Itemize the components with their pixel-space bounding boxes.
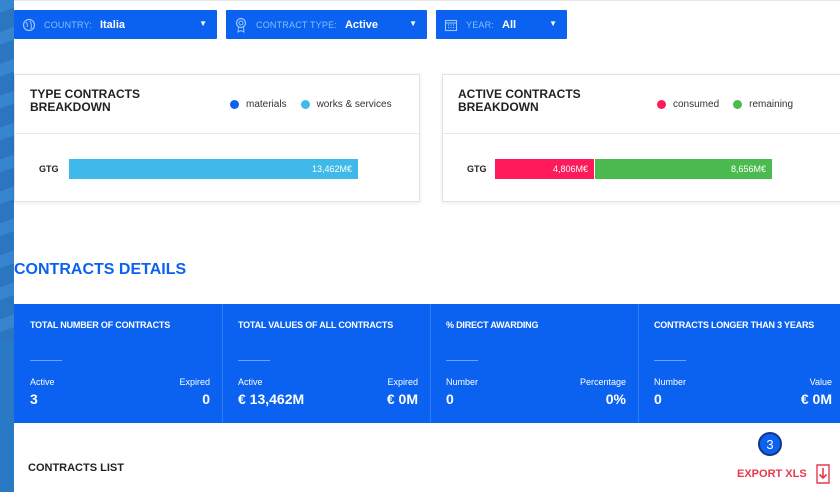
bar-value: 13,462M€ [311,164,352,174]
legend-label: consumed [673,99,720,110]
top-divider [14,0,840,1]
legend-item-remaining[interactable]: remaining [733,99,793,110]
detail-left-label: Number [446,377,479,387]
legend-item-works-services[interactable]: works & services [300,99,392,110]
globe-icon [14,10,44,39]
type-breakdown-legend: materials works & services [230,99,406,110]
bar-row-label: GTG [467,164,487,174]
divider [15,133,419,134]
legend-item-consumed[interactable]: consumed [657,99,719,110]
works-services-bar[interactable]: 13,462M€ [69,159,358,179]
detail-left-label: Number [654,377,687,387]
legend-dot [733,100,743,109]
bar-value: 8,656M€ [730,164,766,174]
active-breakdown-legend: consumed remaining [657,99,807,110]
legend-label: materials [246,99,287,110]
count-badge: 3 [758,432,782,456]
export-xls-label: EXPORT XLS [737,468,807,480]
legend-dot [230,100,239,109]
legend-label: remaining [749,99,794,110]
year-filter[interactable]: YEAR: All ▼ [436,10,567,39]
legend-item-materials[interactable]: materials [230,99,287,110]
consumed-bar[interactable]: 4,806M€ [495,159,594,179]
award-icon [226,10,256,39]
contract-type-filter-label: CONTRACT TYPE: [256,19,337,30]
detail-header: CONTRACTS LONGER THAN 3 YEARS [654,320,815,330]
detail-right-label: Percentage [579,377,626,387]
type-breakdown-card: TYPE CONTRACTS BREAKDOWN materials works… [14,74,420,202]
legend-label: works & services [316,99,392,110]
country-filter-value: Italia [99,18,126,31]
detail-right-label: Value [809,377,832,387]
detail-total-values: TOTAL VALUES OF ALL CONTRACTS Active € 1… [222,304,430,423]
detail-total-contracts: TOTAL NUMBER OF CONTRACTS Active 3 Expir… [14,304,222,423]
contracts-list-title: CONTRACTS LIST [28,462,124,474]
bar-row-label: GTG [39,164,59,174]
detail-left-value: 3 [30,391,38,407]
detail-longer-than-3-years: CONTRACTS LONGER THAN 3 YEARS Number 0 V… [638,304,840,423]
detail-left-value: 0 [654,391,662,407]
remaining-bar[interactable]: 8,656M€ [595,159,772,179]
detail-left-value: 0 [446,391,454,407]
divider [443,133,840,134]
country-filter[interactable]: COUNTRY: Italia ▼ [14,10,217,39]
detail-right-value: € 0M [386,391,418,407]
year-filter-label: YEAR: [466,19,495,30]
contracts-details-title: CONTRACTS DETAILS [14,261,187,278]
year-filter-value: All [502,18,517,31]
background-decoration [0,0,14,340]
chevron-down-icon: ▼ [199,19,207,28]
bar-value: 4,806M€ [552,164,588,174]
detail-right-value: 0% [605,391,626,407]
legend-dot [300,100,310,109]
detail-left-label: Active [30,377,55,387]
active-breakdown-title: ACTIVE CONTRACTS BREAKDOWN [458,87,581,114]
legend-dot [657,100,666,109]
contract-type-filter[interactable]: CONTRACT TYPE: Active ▼ [226,10,427,39]
detail-right-value: € 0M [800,391,832,407]
contracts-details-panel: TOTAL NUMBER OF CONTRACTS Active 3 Expir… [14,304,840,423]
detail-header: TOTAL VALUES OF ALL CONTRACTS [238,320,394,330]
contract-type-filter-value: Active [344,18,379,31]
divider [238,360,270,361]
detail-right-label: Expired [387,377,418,387]
detail-right-value: 0 [202,391,210,407]
background-strip [0,0,14,492]
chevron-down-icon: ▼ [549,19,557,28]
calendar-icon [436,10,466,39]
divider [446,360,478,361]
detail-right-label: Expired [179,377,210,387]
detail-header: TOTAL NUMBER OF CONTRACTS [30,320,170,330]
detail-direct-awarding: % DIRECT AWARDING Number 0 Percentage 0% [430,304,638,423]
detail-left-label: Active [238,377,263,387]
divider [654,360,686,361]
active-breakdown-card: ACTIVE CONTRACTS BREAKDOWN consumed rema… [442,74,840,202]
chevron-down-icon: ▼ [409,19,417,28]
export-xls-button[interactable]: EXPORT XLS [737,463,833,485]
detail-left-value: € 13,462M [238,391,305,407]
download-icon [813,463,833,485]
country-filter-label: COUNTRY: [44,19,92,30]
type-breakdown-title: TYPE CONTRACTS BREAKDOWN [30,87,141,114]
detail-header: % DIRECT AWARDING [446,320,539,330]
divider [30,360,62,361]
